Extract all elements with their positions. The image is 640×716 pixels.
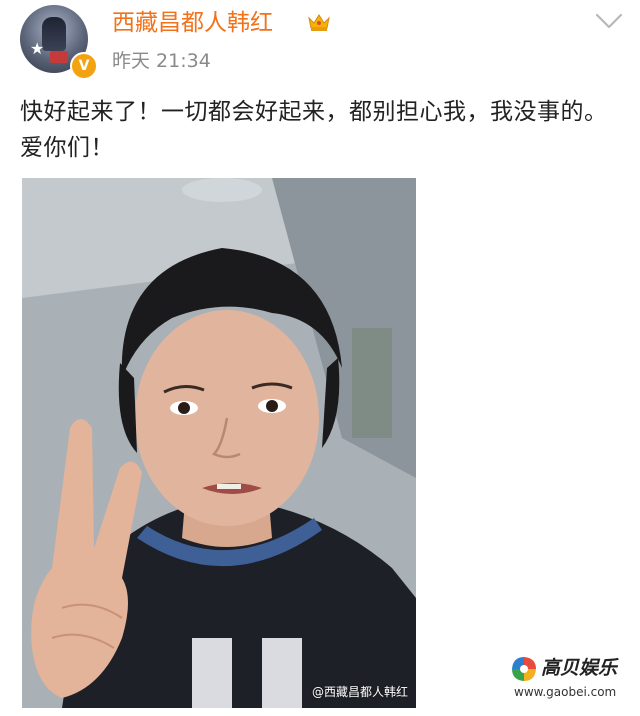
star-icon: ★ [30, 39, 45, 58]
photo-illustration [22, 178, 416, 708]
crown-icon [308, 14, 330, 31]
username[interactable]: 西藏昌都人韩红 [112, 8, 273, 38]
photo-watermark: @西藏昌都人韩红 [311, 685, 408, 699]
site-logo-icon [512, 657, 536, 681]
avatar-badge [50, 51, 68, 63]
site-logo: 高贝娱乐 [511, 654, 621, 684]
site-url: www.gaobei.com [514, 685, 617, 699]
post-text: 快好起来了！一切都会好起来，都别担心我，我没事的。爱你们！ [20, 99, 608, 161]
post-photo[interactable]: @西藏昌都人韩红 [22, 178, 416, 708]
post-time: 昨天 21:34 [112, 50, 211, 72]
avatar-figure [42, 17, 66, 51]
chevron-down-icon[interactable] [594, 12, 624, 30]
verified-badge-icon: V [70, 52, 98, 80]
site-name: 高贝娱乐 [541, 657, 618, 679]
